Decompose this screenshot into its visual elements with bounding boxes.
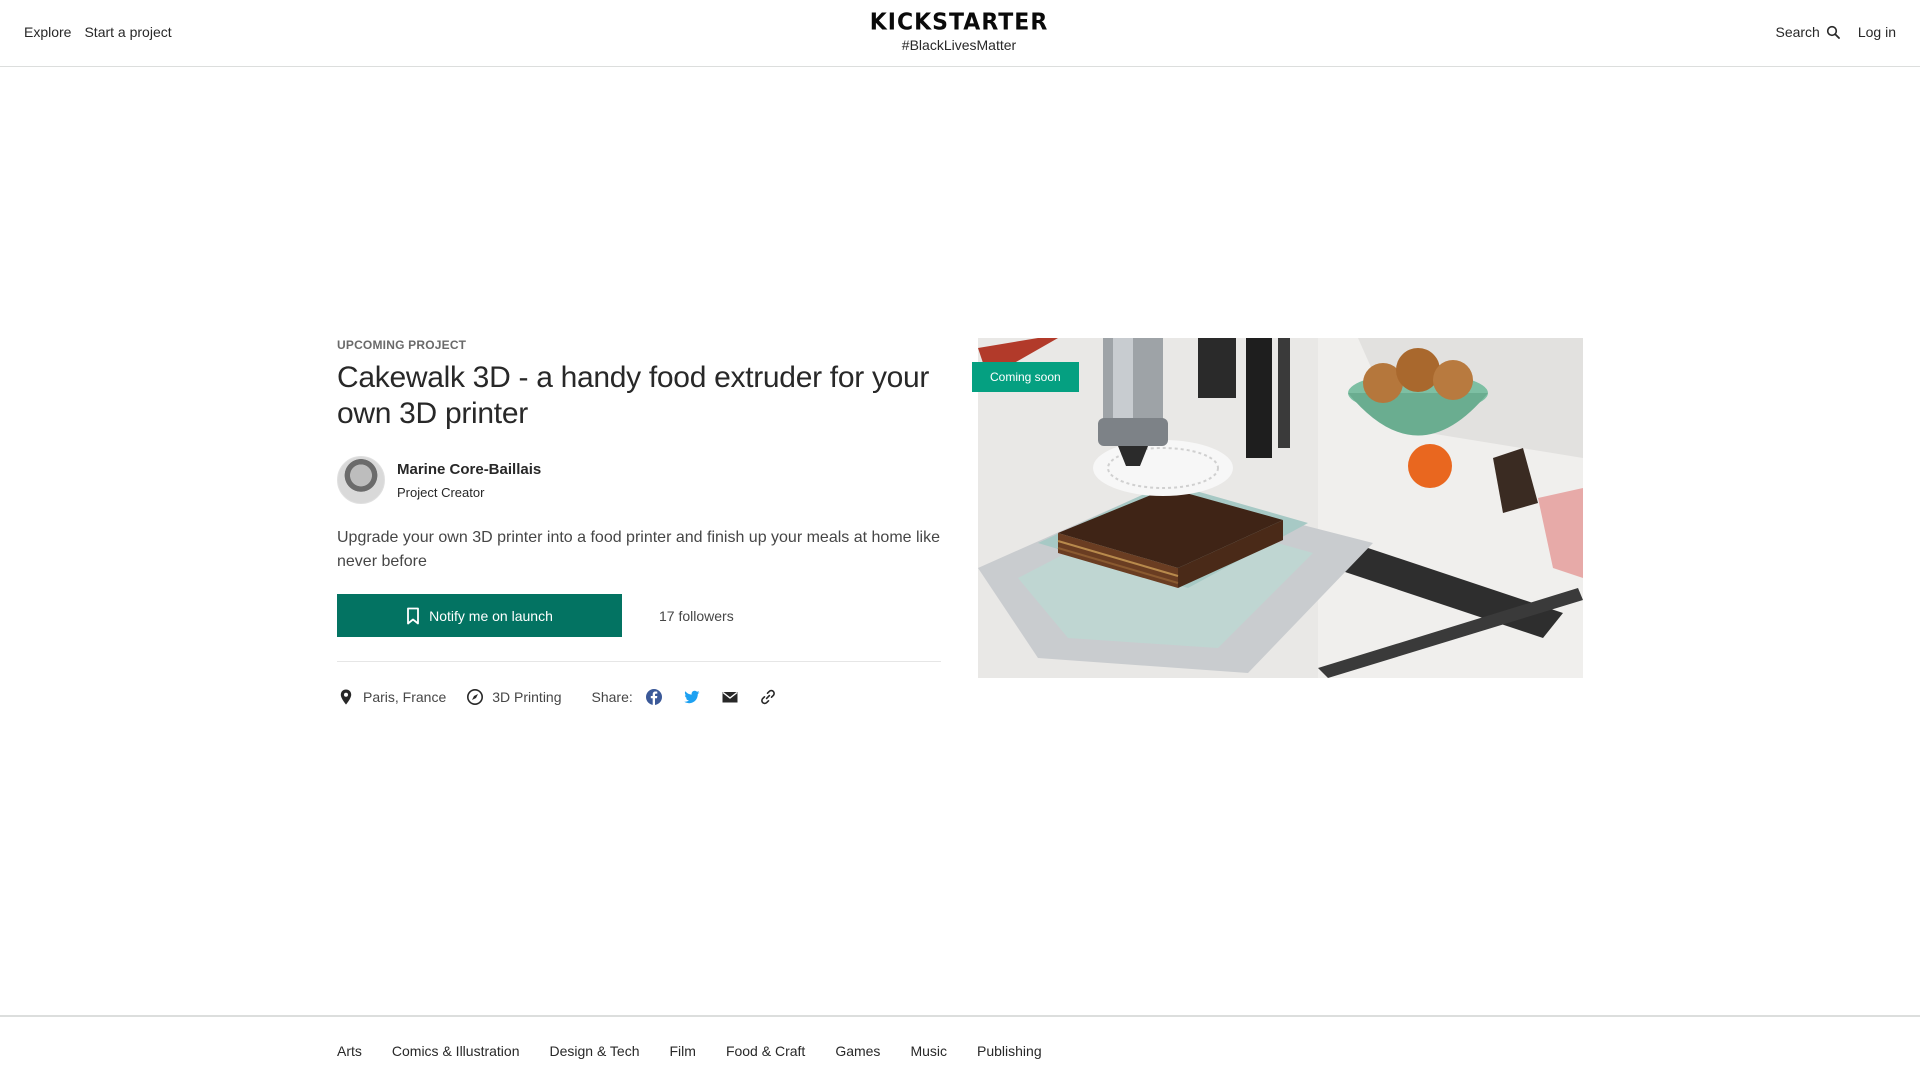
search-button[interactable]: Search [1775,24,1840,40]
page: Explore Start a project KICKSTARTER #Bla… [0,0,1920,1080]
coming-soon-badge: Coming soon [972,362,1079,392]
location-label: Paris, France [363,689,447,705]
category-tag[interactable]: 3D Printing [466,688,562,706]
upcoming-label: UPCOMING PROJECT [337,338,467,352]
kickstarter-logo[interactable]: KICKSTARTER [868,9,1050,36]
login-link[interactable]: Log in [1858,24,1896,40]
followers-count: 17 followers [659,607,734,624]
notify-me-button[interactable]: Notify me on launch [337,594,622,637]
project-meta: Paris, France 3D Printing Share: [337,688,941,706]
notify-label: Notify me on launch [429,607,553,624]
start-project-link[interactable]: Start a project [84,24,171,40]
location-tag[interactable]: Paris, France [337,688,446,706]
link-icon[interactable] [759,688,777,706]
bookmark-icon [407,607,420,624]
category-games[interactable]: Games [835,1043,880,1059]
share-label: Share: [591,689,633,705]
project-blurb: Upgrade your own 3D printer into a food … [337,529,940,570]
category-food-craft[interactable]: Food & Craft [726,1043,805,1059]
email-icon[interactable] [721,688,739,706]
footer-divider [0,1015,1920,1017]
facebook-icon[interactable] [645,688,663,706]
site-header: Explore Start a project KICKSTARTER #Bla… [0,0,1920,67]
divider [337,661,941,662]
search-icon [1826,25,1840,39]
creator-avatar[interactable] [337,456,385,504]
category-film[interactable]: Film [670,1043,696,1059]
creator-block[interactable]: Marine Core-Baillais Project Creator [337,456,941,504]
compass-icon [467,689,484,705]
category-arts[interactable]: Arts [337,1043,362,1059]
blm-tagline[interactable]: #BlackLivesMatter [868,37,1050,53]
project-actions: Notify me on launch 17 followers [337,594,941,637]
twitter-icon[interactable] [683,688,701,706]
nav-right: Search Log in [1775,24,1896,40]
project-info: UPCOMING PROJECT Cakewalk 3D - a handy f… [337,338,941,706]
category-design-tech[interactable]: Design & Tech [549,1043,639,1059]
search-label: Search [1775,24,1820,40]
logo-wordmark: KICKSTARTER [869,9,1049,36]
creator-text: Marine Core-Baillais Project Creator [397,461,541,500]
explore-link[interactable]: Explore [24,24,71,40]
category-nav: Arts Comics & Illustration Design & Tech… [337,1043,1042,1059]
creator-role: Project Creator [397,484,485,500]
category-label: 3D Printing [492,689,562,705]
category-music[interactable]: Music [910,1043,947,1059]
nav-left: Explore Start a project [24,24,172,40]
location-pin-icon [340,689,352,705]
category-publishing[interactable]: Publishing [977,1043,1042,1059]
category-comics-illustration[interactable]: Comics & Illustration [392,1043,520,1059]
creator-name[interactable]: Marine Core-Baillais [397,461,541,478]
project-title: Cakewalk 3D - a handy food extruder for … [337,361,930,430]
